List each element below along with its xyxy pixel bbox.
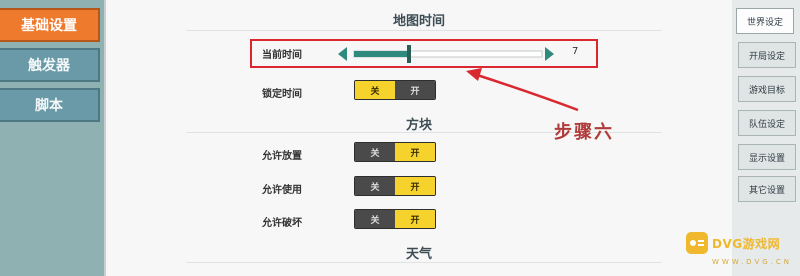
allow-use-label: 允许使用 <box>262 185 302 196</box>
step-annotation: 步骤六 <box>554 122 614 143</box>
lock-time-label: 锁定时间 <box>262 89 302 100</box>
slider-right-arrow-icon[interactable] <box>545 47 554 61</box>
current-time-value: 7 <box>572 46 579 57</box>
section-title-blocks: 方块 <box>405 118 432 133</box>
toggle-off-option[interactable]: 关 <box>355 143 395 161</box>
lock-time-toggle[interactable]: 关 开 <box>354 80 436 100</box>
tab-other-settings[interactable]: 其它设置 <box>738 176 796 202</box>
slider-left-arrow-icon[interactable] <box>338 47 347 61</box>
slider-knob[interactable] <box>407 45 411 63</box>
tab-scripts[interactable]: 脚本 <box>0 88 100 122</box>
annotation-arrow-icon <box>466 68 579 112</box>
tab-game-goals[interactable]: 游戏目标 <box>738 76 796 102</box>
section-title-map-time: 地图时间 <box>392 14 445 29</box>
allow-use-toggle[interactable]: 关 开 <box>354 176 436 196</box>
toggle-on-option[interactable]: 开 <box>395 81 435 99</box>
slider-fill <box>354 51 409 57</box>
tab-label: 基础设置 <box>21 18 77 34</box>
toggle-off-option[interactable]: 关 <box>355 210 395 228</box>
gamepad-logo-icon <box>686 232 708 254</box>
tab-triggers[interactable]: 触发器 <box>0 48 100 82</box>
tab-world-settings[interactable]: 世界设定 <box>736 8 794 34</box>
tab-start-settings[interactable]: 开局设定 <box>738 42 796 68</box>
left-tab-column: 基础设置 触发器 脚本 <box>0 0 104 276</box>
tab-team-settings[interactable]: 队伍设定 <box>738 110 796 136</box>
toggle-off-option[interactable]: 关 <box>355 81 395 99</box>
watermark: DVG游戏网 <box>686 232 780 254</box>
watermark-url: WWW.DVG.CN <box>712 258 793 266</box>
divider <box>186 262 662 263</box>
toggle-on-option[interactable]: 开 <box>395 143 435 161</box>
toggle-off-option[interactable]: 关 <box>355 177 395 195</box>
tab-label: 世界设定 <box>746 17 783 28</box>
watermark-brand: DVG游戏网 <box>712 236 781 251</box>
current-time-label: 当前时间 <box>262 50 302 61</box>
toggle-on-option[interactable]: 开 <box>395 210 435 228</box>
settings-panel: 地图时间 当前时间 7 锁定时间 关 开 方块 允许放置 关 开 允许使用 关 … <box>104 0 732 276</box>
allow-break-toggle[interactable]: 关 开 <box>354 209 436 229</box>
tab-label: 游戏目标 <box>748 85 785 96</box>
allow-place-toggle[interactable]: 关 开 <box>354 142 436 162</box>
allow-break-label: 允许破坏 <box>262 218 302 229</box>
tab-label: 触发器 <box>28 58 70 74</box>
tab-label: 开局设定 <box>748 51 785 62</box>
tab-label: 队伍设定 <box>748 119 785 130</box>
divider <box>186 30 662 31</box>
allow-place-label: 允许放置 <box>262 151 302 162</box>
tab-basic-settings[interactable]: 基础设置 <box>0 8 100 42</box>
toggle-on-option[interactable]: 开 <box>395 177 435 195</box>
tab-display-settings[interactable]: 显示设置 <box>738 144 796 170</box>
tab-label: 其它设置 <box>748 185 785 196</box>
tab-label: 脚本 <box>35 98 63 114</box>
tab-label: 显示设置 <box>748 153 785 164</box>
section-title-weather: 天气 <box>405 247 432 262</box>
